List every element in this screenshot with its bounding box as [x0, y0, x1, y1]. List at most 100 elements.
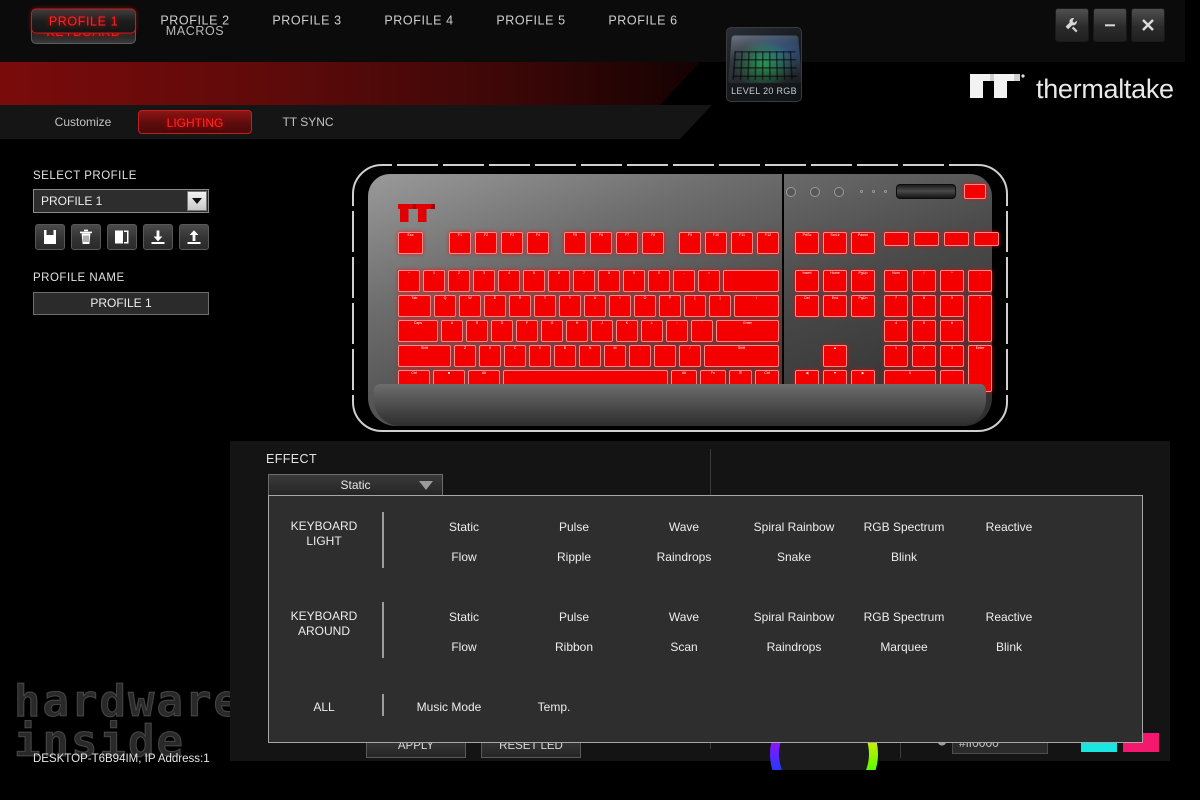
sub-tab-lighting[interactable]: LIGHTING	[138, 110, 252, 134]
key-numpad-8[interactable]: 8	[912, 295, 936, 317]
key-t[interactable]: T	[534, 295, 556, 317]
effect-option-kl-raindrops[interactable]: Raindrops	[629, 550, 739, 564]
key-f3[interactable]: F3	[501, 232, 523, 254]
key-ctrl-left[interactable]: Ctrl	[398, 370, 430, 392]
key-numpad-2[interactable]: 2	[912, 345, 936, 367]
key-numpad-9[interactable]: 9	[940, 295, 964, 317]
key-pageup[interactable]: PgUp	[851, 270, 875, 292]
key-media-next[interactable]	[974, 232, 999, 246]
sub-tab-tt-sync[interactable]: TT SYNC	[268, 110, 348, 134]
key-a[interactable]: A	[441, 320, 463, 342]
key-f1[interactable]: F1	[449, 232, 471, 254]
key-x[interactable]: X	[479, 345, 501, 367]
profile-tab-4[interactable]: PROFILE 4	[372, 9, 466, 34]
key-numpad-7[interactable]: 7	[884, 295, 908, 317]
effect-option-ka-rgb-spectrum[interactable]: RGB Spectrum	[844, 610, 964, 624]
effect-option-kl-wave[interactable]: Wave	[629, 520, 739, 534]
effect-option-ka-reactive[interactable]: Reactive	[954, 610, 1064, 624]
key-numpad-divide[interactable]: /	[912, 270, 936, 292]
key-arrow-left[interactable]: ◀	[795, 370, 819, 392]
key-numlock[interactable]: Num	[884, 270, 908, 292]
close-button[interactable]	[1131, 8, 1165, 42]
settings-button[interactable]	[1055, 8, 1089, 42]
key-enter[interactable]: Enter	[716, 320, 779, 342]
key-d[interactable]: D	[491, 320, 513, 342]
effect-option-all-music-mode[interactable]: Music Mode	[394, 700, 504, 714]
key-q[interactable]: Q	[434, 295, 456, 317]
key-bracket-right[interactable]: ]	[709, 295, 731, 317]
key-g[interactable]: G	[541, 320, 563, 342]
key-alt-left[interactable]: Alt	[468, 370, 500, 392]
key-quote[interactable]: '	[691, 320, 713, 342]
key-o[interactable]: O	[634, 295, 656, 317]
key-end[interactable]: End	[823, 295, 847, 317]
key-z[interactable]: Z	[454, 345, 476, 367]
key-1[interactable]: 1	[423, 270, 445, 292]
key-numpad-5[interactable]: 5	[912, 320, 936, 342]
effect-option-ka-scan[interactable]: Scan	[629, 640, 739, 654]
key-numpad-0[interactable]: 0	[884, 370, 936, 392]
effect-option-ka-blink[interactable]: Blink	[954, 640, 1064, 654]
key-k[interactable]: K	[616, 320, 638, 342]
key-arrow-right[interactable]: ▶	[851, 370, 875, 392]
key-numpad-plus[interactable]: +	[968, 295, 992, 342]
key-numpad-1[interactable]: 1	[884, 345, 908, 367]
key-numpad-minus[interactable]: -	[968, 270, 992, 292]
key-f7[interactable]: F7	[616, 232, 638, 254]
key-r[interactable]: R	[509, 295, 531, 317]
key-numpad-4[interactable]: 4	[884, 320, 908, 342]
key-6[interactable]: 6	[548, 270, 570, 292]
key-backslash[interactable]: \	[734, 295, 779, 317]
key-m[interactable]: M	[604, 345, 626, 367]
key-arrow-down[interactable]: ▼	[823, 370, 847, 392]
effect-select-dropdown[interactable]: Static	[268, 474, 443, 496]
key-menu[interactable]: ☰	[729, 370, 752, 392]
copy-profile-button[interactable]	[107, 224, 137, 250]
key-c[interactable]: C	[504, 345, 526, 367]
key-prtsc[interactable]: PrtSc	[795, 232, 819, 254]
key-media-prev[interactable]	[914, 232, 939, 246]
profile-tab-6[interactable]: PROFILE 6	[596, 9, 690, 34]
key-esc[interactable]: Esc	[398, 232, 423, 254]
key-f2[interactable]: F2	[475, 232, 497, 254]
key-h[interactable]: H	[566, 320, 588, 342]
effect-options-panel[interactable]: KEYBOARD LIGHT Static Pulse Wave Spiral …	[268, 495, 1143, 743]
effect-option-kl-pulse[interactable]: Pulse	[519, 520, 629, 534]
key-j[interactable]: J	[591, 320, 613, 342]
key-y[interactable]: Y	[559, 295, 581, 317]
select-profile-dropdown[interactable]: PROFILE 1	[33, 189, 209, 213]
key-f[interactable]: F	[516, 320, 538, 342]
volume-roller[interactable]	[896, 184, 956, 199]
key-4[interactable]: 4	[498, 270, 520, 292]
effect-option-all-temp[interactable]: Temp.	[514, 700, 594, 714]
key-mute[interactable]	[964, 184, 986, 199]
key-scrlk[interactable]: ScrLk	[823, 232, 847, 254]
effect-option-ka-static[interactable]: Static	[409, 610, 519, 624]
effect-option-kl-rgb-spectrum[interactable]: RGB Spectrum	[844, 520, 964, 534]
save-profile-button[interactable]	[35, 224, 65, 250]
key-windows[interactable]: ■	[433, 370, 465, 392]
key-numpad-6[interactable]: 6	[940, 320, 964, 342]
effect-option-ka-raindrops[interactable]: Raindrops	[734, 640, 854, 654]
effect-option-kl-snake[interactable]: Snake	[734, 550, 854, 564]
key-numpad-3[interactable]: 3	[940, 345, 964, 367]
effect-option-ka-flow[interactable]: Flow	[409, 640, 519, 654]
key-u[interactable]: U	[584, 295, 606, 317]
key-semicolon[interactable]: ;	[666, 320, 688, 342]
key-0[interactable]: 0	[648, 270, 670, 292]
key-8[interactable]: 8	[598, 270, 620, 292]
profile-tab-5[interactable]: PROFILE 5	[484, 9, 578, 34]
key-media-play[interactable]	[944, 232, 969, 246]
key-pause[interactable]: Pause	[851, 232, 875, 254]
key-ctrl-right[interactable]: Ctrl	[755, 370, 779, 392]
key-w[interactable]: W	[459, 295, 481, 317]
key-e[interactable]: E	[484, 295, 506, 317]
profile-name-input[interactable]: PROFILE 1	[33, 292, 209, 315]
effect-option-kl-spiral-rainbow[interactable]: Spiral Rainbow	[734, 520, 854, 534]
profile-tab-2[interactable]: PROFILE 2	[148, 9, 242, 34]
effect-option-ka-wave[interactable]: Wave	[629, 610, 739, 624]
key-backspace[interactable]	[723, 270, 779, 292]
effect-option-kl-reactive[interactable]: Reactive	[954, 520, 1064, 534]
export-profile-button[interactable]	[179, 224, 209, 250]
key-period[interactable]: .	[654, 345, 676, 367]
